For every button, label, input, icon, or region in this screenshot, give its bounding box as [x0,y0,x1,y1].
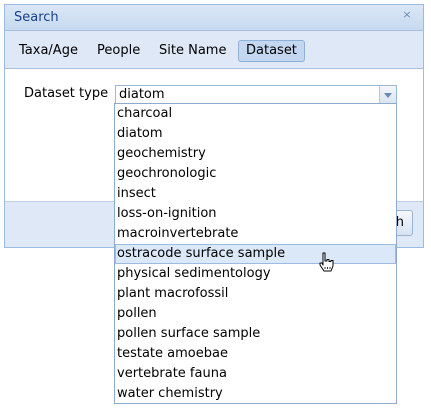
option-macroinvertebrate[interactable]: macroinvertebrate [115,224,396,244]
dataset-type-label: Dataset type [24,86,109,101]
dataset-type-select[interactable]: diatom [115,85,397,105]
option-water-chemistry[interactable]: water chemistry [115,384,396,403]
dataset-type-dropdown: charcoal diatom geochemistry geochronolo… [114,103,397,404]
option-plant-macrofossil[interactable]: plant macrofossil [115,284,396,304]
tab-people[interactable]: People [89,40,148,62]
option-vertebrate-fauna[interactable]: vertebrate fauna [115,364,396,384]
option-diatom[interactable]: diatom [115,124,396,144]
tab-taxa-age[interactable]: Taxa/Age [11,40,86,62]
option-ostracode-surface-sample[interactable]: ostracode surface sample [115,244,396,264]
option-physical-sedimentology[interactable]: physical sedimentology [115,264,396,284]
hand-pointer-icon [319,252,334,272]
option-loss-on-ignition[interactable]: loss-on-ignition [115,204,396,224]
close-icon[interactable]: × [401,9,413,21]
option-charcoal[interactable]: charcoal [115,104,396,124]
tab-site-name[interactable]: Site Name [151,40,234,62]
option-geochemistry[interactable]: geochemistry [115,144,396,164]
search-tabs: Taxa/Age People Site Name Dataset [5,31,423,69]
tab-dataset[interactable]: Dataset [238,40,305,62]
dialog-titlebar[interactable]: Search × [5,5,423,31]
dataset-type-value: diatom [119,87,165,102]
chevron-down-icon[interactable] [379,86,396,104]
option-testate-amoebae[interactable]: testate amoebae [115,344,396,364]
option-insect[interactable]: insect [115,184,396,204]
option-pollen[interactable]: pollen [115,304,396,324]
option-geochronologic[interactable]: geochronologic [115,164,396,184]
option-pollen-surface-sample[interactable]: pollen surface sample [115,324,396,344]
dialog-title: Search [14,10,59,25]
